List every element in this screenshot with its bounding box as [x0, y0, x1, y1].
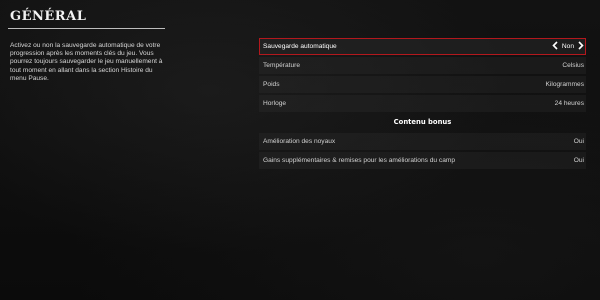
setting-row-weight[interactable]: Poids Kilogrammes: [259, 76, 586, 93]
chevron-left-icon[interactable]: [552, 41, 558, 52]
setting-value: Celsius: [562, 62, 584, 69]
setting-label: Horloge: [263, 100, 287, 107]
chevron-right-icon[interactable]: [578, 41, 584, 52]
setting-value: Oui: [573, 138, 584, 145]
setting-value: 24 heures: [554, 100, 584, 107]
setting-value: Non: [561, 43, 574, 50]
setting-label: Amélioration des noyaux: [263, 138, 336, 145]
setting-row-autosave[interactable]: Sauvegarde automatique Non: [259, 38, 586, 55]
page-title: GÉNÉRAL: [10, 9, 87, 24]
title-divider: [8, 28, 165, 29]
setting-row-temperature[interactable]: Température Celsius: [259, 57, 586, 74]
setting-label: Température: [263, 62, 301, 69]
setting-value-selector[interactable]: Non: [552, 41, 584, 52]
setting-description: Activez ou non la sauvegarde automatique…: [10, 42, 163, 82]
header: GÉNÉRAL: [0, 0, 170, 34]
setting-row-camp-bonus[interactable]: Gains supplémentaires & remises pour les…: [259, 152, 586, 169]
setting-label: Sauvegarde automatique: [263, 43, 337, 50]
settings-list: Sauvegarde automatique Non Température C…: [259, 38, 586, 171]
setting-value: Oui: [573, 157, 584, 164]
setting-row-core-upgrade[interactable]: Amélioration des noyaux Oui: [259, 133, 586, 150]
setting-row-clock[interactable]: Horloge 24 heures: [259, 95, 586, 112]
bonus-section-header: Contenu bonus: [393, 118, 452, 126]
setting-label: Gains supplémentaires & remises pour les…: [263, 157, 456, 164]
setting-value: Kilogrammes: [545, 81, 584, 88]
setting-label: Poids: [263, 81, 280, 88]
